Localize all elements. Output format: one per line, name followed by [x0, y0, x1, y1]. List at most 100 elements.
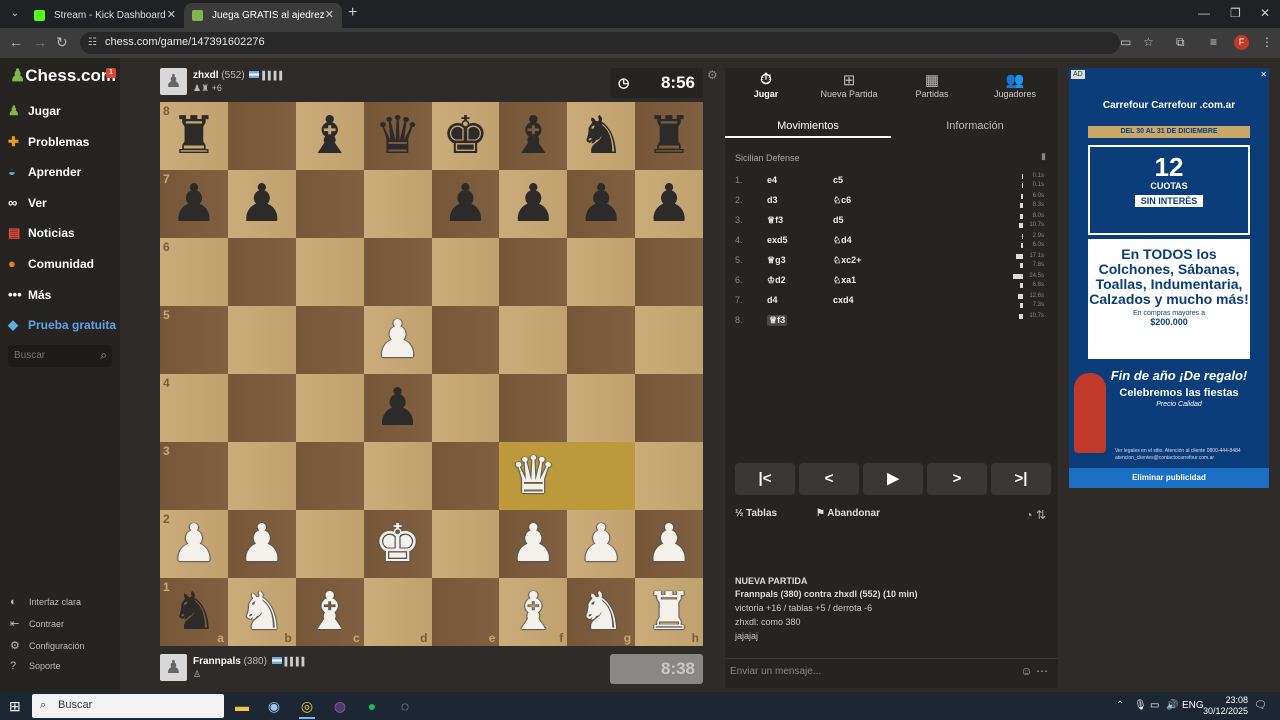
white-move[interactable]: ♕g3	[767, 255, 786, 266]
sidebar-item-more[interactable]: ••• Más	[8, 287, 118, 307]
square-d3[interactable]	[363, 442, 432, 510]
taskbar-search[interactable]: ⌕ Buscar	[32, 694, 224, 718]
support-link[interactable]: ? Soporte	[10, 660, 61, 672]
square-f3[interactable]: ♛	[499, 442, 568, 510]
white-move[interactable]: d4	[767, 295, 778, 305]
light-theme-toggle[interactable]: ◐ Interfaz clara	[10, 596, 81, 608]
close-tab-icon[interactable]: ✕	[325, 3, 334, 28]
square-d8[interactable]: ♛	[363, 102, 432, 170]
chessboard[interactable]: 8 ♜ ♝ ♛ ♚ ♝ ♞ ♜ 7 ♟ ♟ ♟ ♟ ♟ ♟ 6 5 ♟ 4 ♟ 3 ♛ 2 ♟ ♟ ♚ ♟ ♟ ♟ 1 a ♞ b ♞ c ♝ d e f ♝…	[160, 102, 703, 646]
emoji-icon[interactable]: ☺ ⋯	[1020, 664, 1048, 678]
black-move[interactable]: ♘xa1	[833, 275, 856, 286]
player-name[interactable]: Frannpals (380) ▌▌▌▌	[193, 656, 307, 667]
square-f2[interactable]: ♟	[499, 510, 568, 578]
square-d2[interactable]: ♚	[363, 510, 432, 578]
tab-kick-dashboard[interactable]: Stream - Kick Dashboard ✕	[26, 3, 184, 28]
black-pawn-piece[interactable]: ♟	[160, 170, 228, 238]
previous-move-button[interactable]: <	[799, 463, 859, 495]
square-f6[interactable]	[499, 238, 568, 306]
tab-players[interactable]: 👥 Jugadores	[975, 71, 1055, 99]
square-g1[interactable]: g ♞	[567, 578, 636, 646]
tab-chess[interactable]: Juega GRATIS al ajedrez online ✕	[184, 3, 342, 46]
black-pawn-piece[interactable]: ♟	[567, 170, 635, 238]
tab-info[interactable]: Información	[892, 116, 1058, 136]
board-settings-icon[interactable]: ⚙	[707, 68, 718, 82]
square-a7[interactable]: 7 ♟	[160, 170, 228, 238]
white-knight-piece[interactable]: ♞	[228, 578, 296, 646]
white-bishop-piece[interactable]: ♝	[296, 578, 364, 646]
tab-moves[interactable]: Movimientos	[725, 116, 891, 138]
notification-badge[interactable]: 1	[106, 68, 116, 78]
close-window-icon[interactable]: ✕	[1260, 6, 1270, 20]
sidebar-search-input[interactable]	[8, 346, 88, 365]
black-rook-piece[interactable]: ♜	[160, 102, 228, 170]
sidebar-item-puzzles[interactable]: ✚ Problemas	[8, 134, 118, 154]
black-move[interactable]: ♘c6	[833, 195, 851, 206]
white-rook-piece[interactable]: ♜	[635, 578, 703, 646]
white-pawn-piece[interactable]: ♟	[635, 510, 703, 578]
flip-board-icon[interactable]: ⇅	[1036, 508, 1046, 522]
square-h8[interactable]: ♜	[635, 102, 703, 170]
windows-start-icon[interactable]: ⊞	[9, 698, 21, 715]
square-e8[interactable]: ♚	[431, 102, 500, 170]
black-move[interactable]: ♘xc2+	[833, 255, 861, 266]
black-move[interactable]: cxd4	[833, 295, 854, 305]
new-tab-button[interactable]: +	[348, 4, 357, 22]
square-g8[interactable]: ♞	[567, 102, 636, 170]
white-bishop-piece[interactable]: ♝	[499, 578, 567, 646]
square-f7[interactable]: ♟	[499, 170, 568, 238]
square-b8[interactable]	[227, 102, 296, 170]
square-d6[interactable]	[363, 238, 432, 306]
black-move[interactable]: d5	[833, 215, 844, 225]
square-g3[interactable]	[567, 442, 636, 510]
black-bishop-piece[interactable]: ♝	[499, 102, 567, 170]
square-b4[interactable]	[227, 374, 296, 442]
square-a1[interactable]: 1 a ♞	[160, 578, 228, 646]
square-a2[interactable]: 2 ♟	[160, 510, 228, 578]
tab-play[interactable]: ⏱ Jugar	[726, 71, 806, 99]
site-info-icon[interactable]: ☷	[88, 37, 100, 49]
black-king-piece[interactable]: ♚	[432, 102, 500, 170]
sidebar-item-free-trial[interactable]: ◆ Prueba gratuita	[8, 317, 118, 337]
sidebar-item-community[interactable]: ● Comunidad	[8, 256, 118, 276]
chrome-icon[interactable]: ◎	[297, 696, 317, 719]
square-d7[interactable]	[363, 170, 432, 238]
player-username[interactable]: zhxdl	[193, 70, 219, 81]
white-knight-piece[interactable]: ♞	[567, 578, 635, 646]
remove-ads-button[interactable]: Eliminar publicidad	[1069, 468, 1269, 488]
sidebar-item-news[interactable]: ▤ Noticias	[8, 225, 118, 245]
network-icon[interactable]: ▭	[1150, 700, 1159, 711]
square-f4[interactable]	[499, 374, 568, 442]
play-button[interactable]: ▶	[863, 463, 923, 495]
bookmark-star-icon[interactable]: ☆	[1143, 35, 1154, 49]
white-pawn-piece[interactable]: ♟	[567, 510, 635, 578]
close-tab-icon[interactable]: ✕	[167, 3, 176, 28]
back-icon[interactable]: ←	[9, 34, 23, 50]
black-knight-piece[interactable]: ♞	[567, 102, 635, 170]
black-pawn-piece[interactable]: ♟	[364, 374, 432, 442]
white-move[interactable]: d3	[767, 195, 778, 205]
square-h5[interactable]	[635, 306, 703, 374]
square-d1[interactable]: d	[363, 578, 432, 646]
square-g2[interactable]: ♟	[567, 510, 636, 578]
white-pawn-piece[interactable]: ♟	[364, 306, 432, 374]
black-pawn-piece[interactable]: ♟	[499, 170, 567, 238]
discord-icon[interactable]: ◍	[330, 696, 350, 716]
square-e1[interactable]: e	[431, 578, 500, 646]
tray-chevron-icon[interactable]: ⌃	[1116, 700, 1124, 711]
square-e6[interactable]	[431, 238, 500, 306]
square-b6[interactable]	[227, 238, 296, 306]
forward-icon[interactable]: →	[33, 34, 47, 50]
square-g5[interactable]	[567, 306, 636, 374]
tab-new-game[interactable]: ⊞ Nueva Partida	[809, 71, 889, 99]
square-h2[interactable]: ♟	[635, 510, 703, 578]
sidebar-item-play[interactable]: ♟ Jugar	[8, 103, 118, 123]
notifications-icon[interactable]: 🗨	[1254, 700, 1267, 711]
white-pawn-piece[interactable]: ♟	[228, 510, 296, 578]
square-b1[interactable]: b ♞	[227, 578, 296, 646]
square-d4[interactable]: ♟	[363, 374, 432, 442]
square-a3[interactable]: 3	[160, 442, 228, 510]
browser-menu-icon[interactable]: ⋮	[1261, 35, 1273, 49]
settings-link[interactable]: ⚙ Configuración	[10, 639, 85, 652]
last-move-button[interactable]: >|	[991, 463, 1051, 495]
